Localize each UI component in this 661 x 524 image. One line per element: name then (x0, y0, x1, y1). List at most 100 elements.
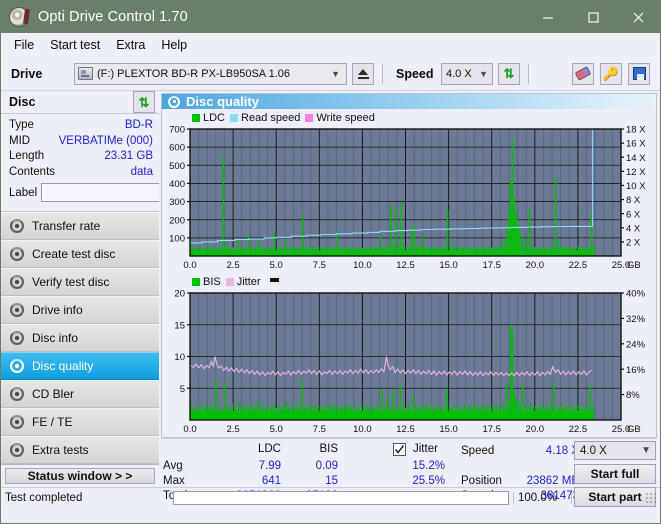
position-value: 23862 MB (526, 475, 579, 487)
sidebar-item-disc-quality[interactable]: Disc quality (1, 352, 159, 380)
menu-help[interactable]: Help (156, 36, 198, 54)
speed-result-value: 4.18 X (545, 445, 579, 457)
legend-bis: BIS (192, 276, 221, 288)
disc-test-icon (10, 247, 24, 261)
legend-read-speed: Read speed (230, 112, 300, 124)
svg-text:5.0: 5.0 (270, 424, 283, 435)
disc-info-row-type: Type BD-R (9, 118, 153, 134)
sidebar-item-label: Create test disc (32, 247, 116, 261)
opti-drive-control-window: Opti Drive Control 1.70 File Start test … (0, 0, 661, 524)
start-part-button[interactable]: Start part (574, 487, 656, 507)
speed-select-value: 4.0 X (446, 67, 472, 80)
results-summary: LDC BIS Jitter Avg Max Total 7.99 641 30… (161, 438, 657, 507)
svg-text:200: 200 (169, 215, 185, 226)
drive-select[interactable]: (F:) PLEXTOR BD-R PX-LB950SA 1.06 ▼ (74, 62, 347, 85)
legend-label-jitter: Jitter (236, 276, 261, 288)
svg-text:300: 300 (169, 197, 185, 208)
legend-label-read-speed: Read speed (241, 112, 301, 124)
save-button[interactable] (628, 62, 650, 85)
refresh-disc-button[interactable]: ⇅ (133, 91, 155, 113)
disc-test-icon (10, 415, 24, 429)
disc-test-icon (10, 443, 24, 457)
key-icon: 🔑 (602, 65, 620, 81)
svg-text:GB: GB (627, 424, 641, 435)
sidebar-item-transfer-rate[interactable]: Transfer rate (1, 212, 159, 240)
optical-disc-icon (9, 7, 29, 27)
svg-text:20: 20 (174, 289, 185, 300)
svg-text:10.0: 10.0 (353, 260, 372, 271)
toolbar-right-group: 🔑 (572, 62, 654, 85)
speed-label: Speed (396, 66, 434, 81)
start-full-button[interactable]: Start full (574, 464, 656, 484)
status-window-button[interactable]: Status window > > (5, 468, 155, 484)
close-icon[interactable] (615, 1, 660, 33)
disc-mid-value: VERBATIMe (000) (58, 134, 153, 147)
menu-extra[interactable]: Extra (111, 36, 156, 54)
sidebar-item-label: FE / TE (32, 415, 73, 429)
disc-test-icon (10, 387, 24, 401)
sidebar-item-drive-info[interactable]: Drive info (1, 296, 159, 324)
jitter-checkbox[interactable] (393, 443, 406, 456)
legend-jitter: Jitter (225, 276, 261, 288)
main-body: Disc ⇅ Type BD-R MID VERBATIMe (000) Len… (1, 91, 660, 507)
test-speed-select[interactable]: 4.0 X ▼ (574, 441, 656, 460)
svg-text:14 X: 14 X (626, 153, 646, 164)
legend-swatch-ldc (192, 114, 200, 122)
svg-text:10 X: 10 X (626, 181, 646, 192)
disc-test-icon (10, 303, 24, 317)
svg-text:12.5: 12.5 (396, 424, 415, 435)
sidebar: Disc ⇅ Type BD-R MID VERBATIMe (000) Len… (1, 91, 217, 487)
disc-type-value: BD-R (124, 119, 153, 131)
sidebar-item-label: Verify test disc (32, 275, 110, 289)
jitter-max: 25.5% (412, 475, 445, 487)
sidebar-item-create-test-disc[interactable]: Create test disc (1, 240, 159, 268)
svg-text:22.5: 22.5 (569, 424, 588, 435)
disc-section-header: Disc ⇅ (1, 91, 159, 114)
svg-text:17.5: 17.5 (482, 260, 501, 271)
refresh-icon: ⇅ (503, 66, 515, 81)
results-header-ldc: LDC (257, 443, 281, 455)
menu-file[interactable]: File (9, 36, 45, 54)
bis-jitter-chart: 5 10 15 20 8% 16% 24% 32% 40% 0.0 2.5 5.0 7.5 10.0 12.… (162, 289, 656, 437)
eraser-icon (574, 66, 592, 81)
toolbar-divider (382, 63, 383, 84)
menu-start-test[interactable]: Start test (45, 36, 111, 54)
speed-select[interactable]: 4.0 X ▼ (441, 62, 493, 85)
refresh-drive-button[interactable]: ⇅ (498, 62, 520, 85)
disc-length-value: 23.31 GB (104, 150, 153, 162)
ldc-chart: 100 200 300 400 500 600 700 2 X 4 X 6 X 8 X 10 X 12 … (162, 125, 656, 273)
title-bar: Opti Drive Control 1.70 (1, 1, 660, 33)
svg-text:24%: 24% (626, 339, 646, 350)
legend-ldc: LDC (192, 112, 225, 124)
sidebar-item-cd-bler[interactable]: CD Bler (1, 380, 159, 408)
disc-quality-icon (168, 95, 180, 108)
progress-bar-track (173, 490, 509, 505)
erase-button[interactable] (572, 62, 594, 85)
svg-text:5: 5 (180, 384, 185, 395)
position-label: Position (461, 475, 502, 487)
sidebar-item-extra-tests[interactable]: Extra tests (1, 436, 159, 464)
test-speed-value: 4.0 X (580, 444, 607, 457)
sidebar-item-label: CD Bler (32, 387, 75, 401)
disc-test-icon (10, 331, 24, 345)
samples-value: 381473 (540, 490, 579, 502)
svg-text:GB: GB (627, 260, 641, 271)
minimize-icon[interactable] (525, 1, 570, 33)
disc-label-label: Label (9, 186, 38, 199)
sidebar-item-disc-info[interactable]: Disc info (1, 324, 159, 352)
eject-button[interactable] (352, 62, 374, 85)
disc-contents-value: data (130, 165, 153, 178)
svg-text:500: 500 (169, 161, 185, 172)
resize-grip[interactable] (645, 491, 657, 504)
legend-label-write-speed: Write speed (316, 112, 375, 124)
sidebar-item-fe-te[interactable]: FE / TE (1, 408, 159, 436)
chevron-down-icon: ▼ (641, 445, 651, 456)
svg-text:15.0: 15.0 (439, 424, 458, 435)
sidebar-item-label: Extra tests (32, 443, 89, 457)
key-button[interactable]: 🔑 (600, 62, 622, 85)
maximize-icon[interactable] (570, 1, 615, 33)
disc-info-row-mid: MID VERBATIMe (000) (9, 134, 153, 150)
sidebar-item-verify-test-disc[interactable]: Verify test disc (1, 268, 159, 296)
svg-text:7.5: 7.5 (313, 260, 326, 271)
legend-write-speed: Write speed (305, 112, 375, 124)
